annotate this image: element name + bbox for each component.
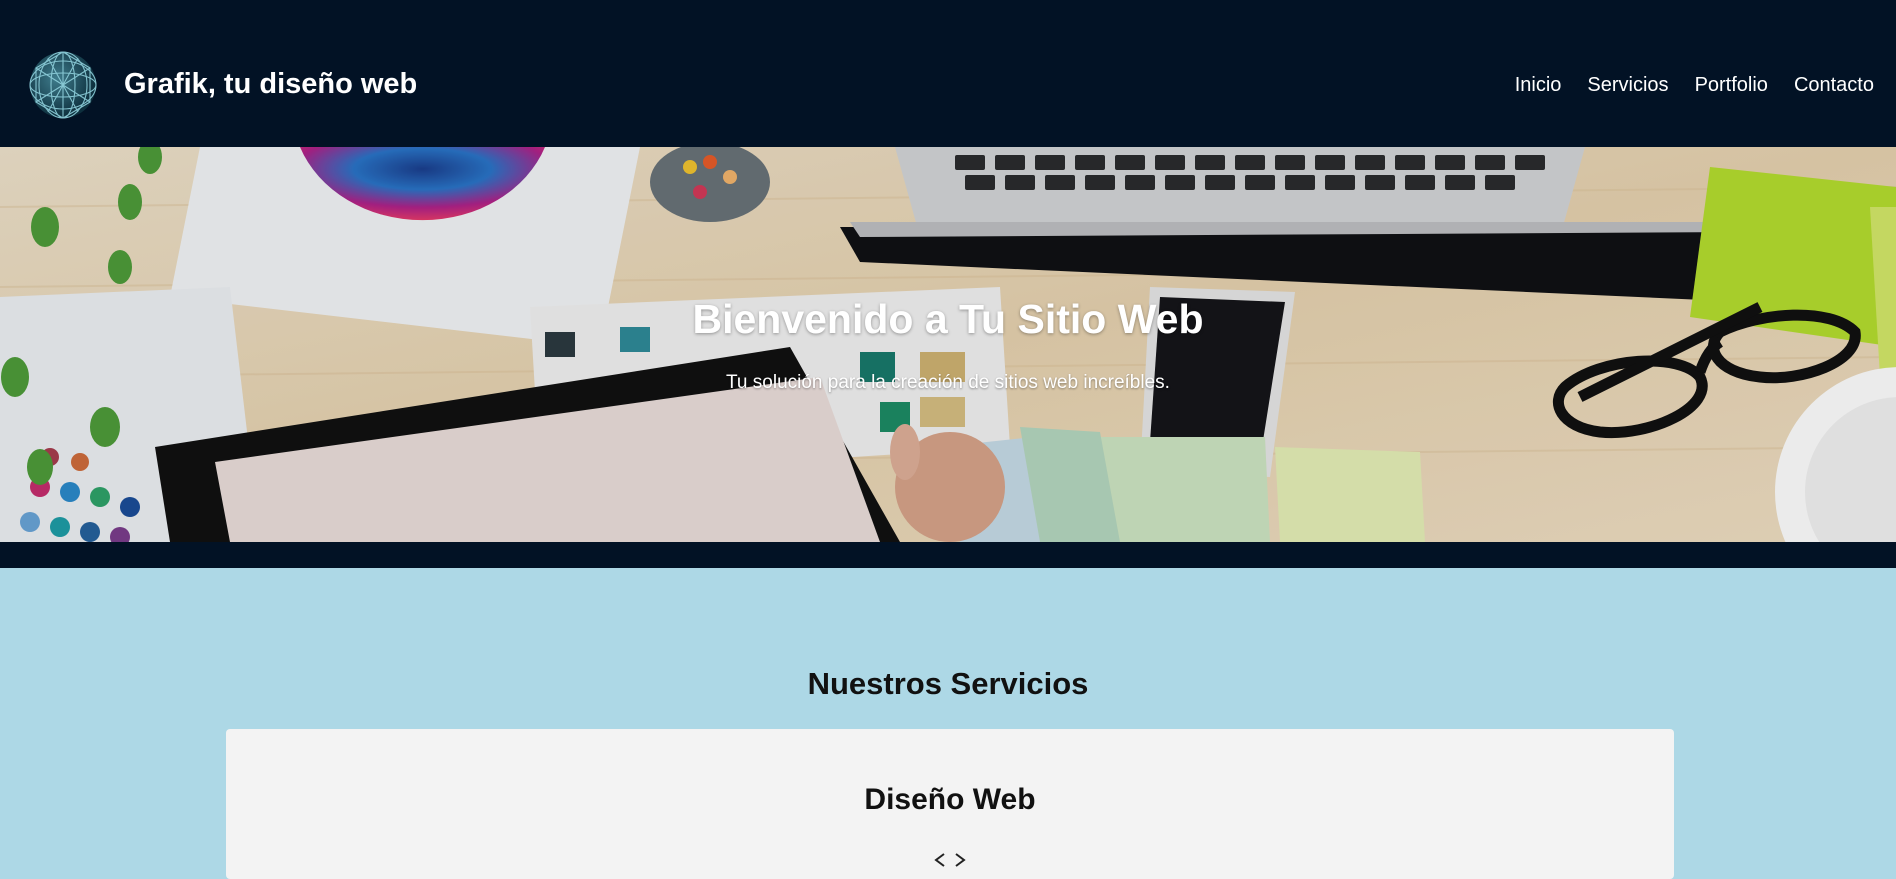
- code-icon: [934, 853, 966, 867]
- nav-item-inicio: Inicio: [1515, 70, 1562, 100]
- nav-item-servicios: Servicios: [1587, 70, 1668, 100]
- wireframe-globe-icon[interactable]: [28, 50, 98, 120]
- nav-link-inicio[interactable]: Inicio: [1515, 74, 1562, 96]
- nav-link-servicios[interactable]: Servicios: [1587, 74, 1668, 96]
- hero-background-image: [0, 147, 1896, 542]
- hero-banner: Bienvenido a Tu Sitio Web Tu solución pa…: [0, 147, 1896, 542]
- nav-item-contacto: Contacto: [1794, 70, 1874, 100]
- nav-item-portfolio: Portfolio: [1695, 70, 1768, 100]
- hero-title: Bienvenido a Tu Sitio Web: [692, 296, 1204, 342]
- main-nav: Inicio Servicios Portfolio Contacto: [1515, 70, 1874, 100]
- hero-subtitle: Tu solución para la creación de sitios w…: [726, 372, 1170, 393]
- brand-title[interactable]: Grafik, tu diseño web: [124, 64, 417, 104]
- nav-link-contacto[interactable]: Contacto: [1794, 74, 1874, 96]
- service-card-title: Diseño Web: [864, 783, 1036, 816]
- services-title: Nuestros Servicios: [807, 666, 1089, 701]
- nav-link-portfolio[interactable]: Portfolio: [1695, 74, 1768, 96]
- hero-bottom-band: [0, 542, 1896, 568]
- site-header: Grafik, tu diseño web Inicio Servicios P…: [0, 0, 1896, 147]
- service-card[interactable]: Diseño Web: [226, 729, 1674, 879]
